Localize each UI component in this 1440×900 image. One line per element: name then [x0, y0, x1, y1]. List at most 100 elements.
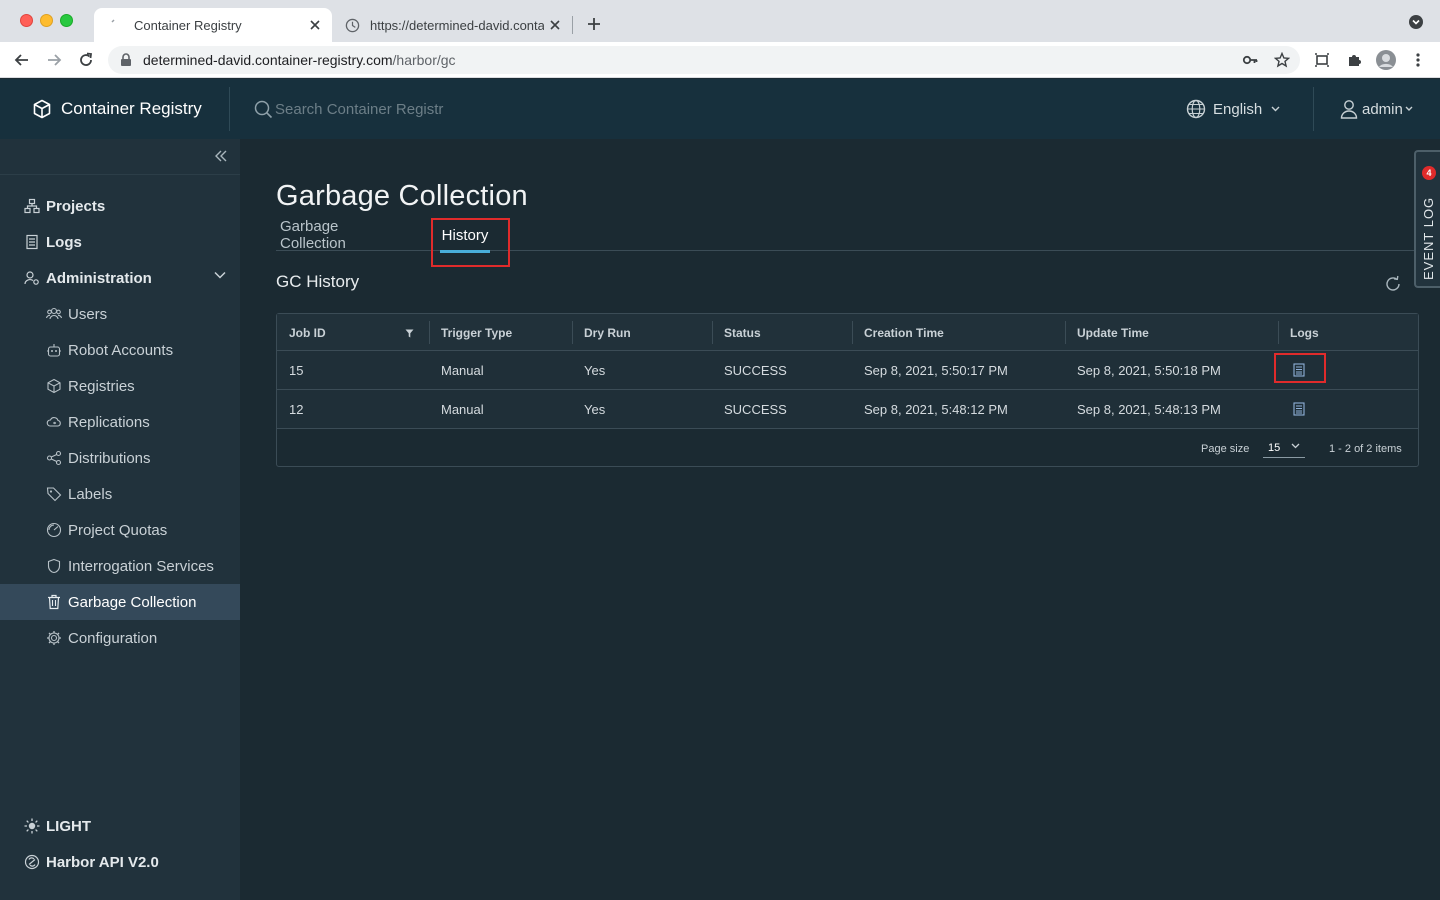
cell-job-id: 15 — [289, 362, 304, 378]
column-header-trigger-type[interactable]: Trigger Type — [429, 314, 572, 351]
sidebar-item-registries[interactable]: Registries — [0, 368, 240, 404]
tab-garbage-collection[interactable]: Garbage Collection — [280, 218, 408, 252]
tab-search-icon[interactable] — [1408, 14, 1426, 32]
lock-icon — [120, 53, 134, 67]
cell-creation-time: Sep 8, 2021, 5:50:17 PM — [864, 362, 1008, 378]
gc-history-table: Job ID Trigger Type Dry Run Status Creat… — [276, 313, 1419, 467]
gear-icon — [46, 630, 62, 646]
sidebar-item-labels[interactable]: Labels — [0, 476, 240, 512]
brand[interactable]: Container Registry — [32, 79, 202, 139]
screencast-icon[interactable] — [1312, 50, 1332, 70]
profile-avatar[interactable] — [1376, 50, 1396, 70]
chevron-down-icon — [214, 271, 226, 279]
column-label: Trigger Type — [441, 325, 513, 340]
reload-icon[interactable] — [76, 50, 96, 70]
sun-icon — [24, 818, 40, 834]
user-icon — [1340, 99, 1358, 119]
trash-icon — [46, 594, 62, 610]
user-menu[interactable]: admin — [1340, 79, 1413, 139]
sidebar-item-logs[interactable]: Logs — [0, 224, 240, 260]
sidebar-item-label: Configuration — [68, 629, 158, 647]
page-title: Garbage Collection — [276, 180, 528, 212]
collapse-sidebar-icon[interactable] — [214, 149, 230, 165]
sidebar-item-label: Labels — [68, 485, 113, 503]
sidebar-item-interrogation-services[interactable]: Interrogation Services — [0, 548, 240, 584]
sidebar-collapse-row — [0, 139, 240, 175]
column-header-dry-run[interactable]: Dry Run — [572, 314, 712, 351]
brand-name: Container Registry — [61, 99, 202, 118]
column-header-creation-time[interactable]: Creation Time — [852, 314, 1065, 351]
forward-icon[interactable] — [44, 50, 64, 70]
loading-favicon-icon — [108, 17, 124, 33]
cube-logo-icon — [32, 99, 52, 119]
sidebar-item-label: Logs — [46, 233, 82, 251]
language-selector[interactable]: English — [1186, 79, 1280, 139]
header-divider — [1313, 87, 1314, 131]
key-icon[interactable] — [1240, 50, 1260, 70]
window-close-button[interactable] — [20, 14, 33, 27]
log-icon-highlight — [1274, 353, 1326, 383]
event-log-label: EVENT LOG — [1421, 196, 1436, 280]
column-header-logs[interactable]: Logs — [1278, 314, 1418, 351]
extensions-icon[interactable] — [1344, 50, 1364, 70]
global-search[interactable] — [254, 79, 495, 139]
event-log-tab[interactable]: 4 EVENT LOG — [1414, 150, 1440, 288]
sidebar-item-label: Interrogation Services — [68, 557, 214, 575]
page-size-select[interactable]: 15 — [1263, 438, 1305, 458]
history-tab-highlight — [431, 218, 510, 267]
back-icon[interactable] — [12, 50, 32, 70]
sidebar-item-administration[interactable]: Administration — [0, 260, 240, 296]
window-zoom-button[interactable] — [60, 14, 73, 27]
username: admin — [1362, 100, 1403, 118]
address-bar[interactable]: determined-david.container-registry.com … — [108, 46, 1300, 74]
globe-icon — [1186, 99, 1206, 119]
chevron-down-icon — [1271, 106, 1280, 112]
page-size-label: Page size — [1201, 443, 1250, 455]
sidebar-item-robot-accounts[interactable]: Robot Accounts — [0, 332, 240, 368]
column-header-update-time[interactable]: Update Time — [1065, 314, 1278, 351]
theme-toggle[interactable]: LIGHT — [0, 808, 240, 844]
users-icon — [46, 306, 62, 322]
browser-menu-icon[interactable] — [1408, 50, 1428, 70]
new-tab-icon[interactable] — [582, 12, 606, 36]
tab-close-icon[interactable] — [304, 14, 326, 36]
refresh-icon[interactable] — [1384, 275, 1402, 293]
quota-icon — [46, 522, 62, 538]
sidebar-item-label: Project Quotas — [68, 521, 168, 539]
sidebar-item-label: Garbage Collection — [68, 593, 197, 611]
sidebar-item-label: Distributions — [68, 449, 151, 467]
url-path: /harbor/gc — [392, 52, 456, 68]
search-icon — [254, 100, 273, 119]
cell-dry-run: Yes — [584, 362, 606, 378]
sidebar-item-projects[interactable]: Projects — [0, 188, 240, 224]
sidebar-item-users[interactable]: Users — [0, 296, 240, 332]
sidebar-item-project-quotas[interactable]: Project Quotas — [0, 512, 240, 548]
cell-update-time: Sep 8, 2021, 5:50:18 PM — [1077, 362, 1221, 378]
sidebar-item-distributions[interactable]: Distributions — [0, 440, 240, 476]
sidebar-item-garbage-collection[interactable]: Garbage Collection — [0, 584, 240, 620]
search-input[interactable] — [275, 100, 495, 118]
cell-job-id: 12 — [289, 401, 304, 417]
harbor-api-link[interactable]: Harbor API V2.0 — [0, 844, 240, 880]
browser-toolbar: determined-david.container-registry.com … — [0, 42, 1440, 78]
cell-status: SUCCESS — [724, 362, 787, 378]
shield-icon — [46, 558, 62, 574]
window-minimize-button[interactable] — [40, 14, 53, 27]
pagination-info: 1 - 2 of 2 items — [1329, 443, 1402, 455]
filter-icon[interactable] — [405, 329, 414, 338]
browser-tab-inactive[interactable]: https://determined-david.conta — [336, 8, 572, 42]
bookmark-star-icon[interactable] — [1272, 50, 1292, 70]
cell-creation-time: Sep 8, 2021, 5:48:12 PM — [864, 401, 1008, 417]
table-header: Job ID Trigger Type Dry Run Status Creat… — [277, 314, 1418, 351]
column-header-job-id[interactable]: Job ID — [277, 314, 429, 351]
tab-close-icon[interactable] — [544, 14, 566, 36]
sidebar-item-replications[interactable]: Replications — [0, 404, 240, 440]
theme-label: LIGHT — [46, 817, 91, 835]
browser-tab-active[interactable]: Container Registry — [94, 8, 332, 42]
column-header-status[interactable]: Status — [712, 314, 852, 351]
cell-dry-run: Yes — [584, 401, 606, 417]
sidebar: Projects Logs Administration Users Robot… — [0, 139, 240, 900]
app-header: Container Registry English admin — [0, 79, 1440, 139]
sidebar-item-configuration[interactable]: Configuration — [0, 620, 240, 656]
view-log-icon[interactable] — [1291, 401, 1307, 417]
